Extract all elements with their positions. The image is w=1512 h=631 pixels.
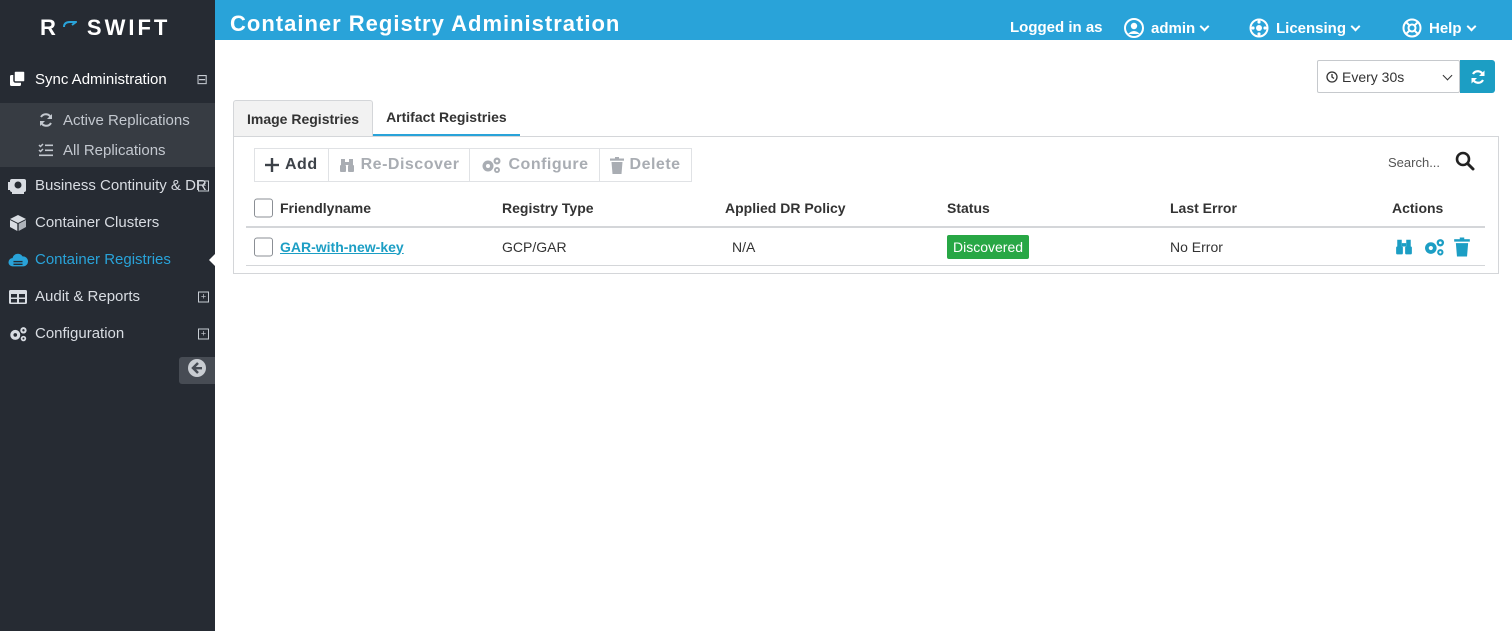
tab-artifact-registries[interactable]: Artifact Registries <box>373 100 520 136</box>
sidebar-item-all-replications[interactable]: All Replications <box>0 135 215 165</box>
arrow-left-icon <box>187 358 207 383</box>
table-header-row: Friendlyname Registry Type Applied DR Po… <box>246 189 1485 228</box>
sync-icon <box>36 111 56 129</box>
sidebar-item-label: Container Registries <box>35 251 171 268</box>
add-button[interactable]: Add <box>255 149 329 181</box>
sidebar-item-business-continuity[interactable]: Business Continuity & DR + <box>0 167 215 204</box>
table-row: GAR-with-new-key GCP/GAR N/A Discovered … <box>246 228 1485 266</box>
collapse-sidebar-button[interactable] <box>179 357 215 384</box>
logo-arrow-icon <box>62 18 78 36</box>
search-input[interactable]: Search... <box>1388 155 1440 170</box>
sidebar: R SWIFT Sync Administration ⊟ Active Rep… <box>0 0 215 631</box>
refresh-interval-value: Every 30s <box>1342 68 1405 85</box>
logo-text: SWIFT <box>86 14 171 40</box>
app-logo[interactable]: R SWIFT <box>0 0 215 55</box>
chevron-down-icon <box>1199 21 1210 31</box>
user-icon <box>1124 18 1144 38</box>
refresh-interval-select[interactable]: Every 30s <box>1317 60 1460 93</box>
toolbar: Add Re-Discover Configure Delete <box>254 148 692 182</box>
rediscover-button[interactable]: Re-Discover <box>329 149 471 181</box>
select-all-checkbox[interactable] <box>254 198 273 217</box>
sidebar-item-audit-reports[interactable]: Audit & Reports + <box>0 278 215 315</box>
clock-icon <box>1326 70 1338 83</box>
cube-icon <box>8 214 28 232</box>
chevron-down-icon <box>1442 70 1453 81</box>
configure-button[interactable]: Configure <box>470 149 600 181</box>
sidebar-item-container-registries[interactable]: Container Registries <box>0 241 215 278</box>
row-actions <box>1394 237 1470 256</box>
sidebar-item-container-clusters[interactable]: Container Clusters <box>0 204 215 241</box>
delete-button[interactable]: Delete <box>600 149 691 181</box>
plus-icon <box>265 158 279 172</box>
trash-icon <box>609 156 624 174</box>
sidebar-item-label: Business Continuity & DR <box>35 177 207 194</box>
sidebar-item-label: Sync Administration <box>35 70 167 88</box>
delete-label: Delete <box>629 156 681 173</box>
refresh-icon <box>1470 69 1486 85</box>
sidebar-item-label: Audit & Reports <box>35 288 141 305</box>
row-checkbox[interactable] <box>254 237 273 256</box>
licensing-label: Licensing <box>1276 19 1347 37</box>
list-icon <box>36 141 56 159</box>
logged-in-label: Logged in as <box>1010 19 1103 36</box>
column-header-actions: Actions <box>1392 199 1444 216</box>
lifebuoy-icon <box>1402 18 1422 38</box>
licensing-menu[interactable]: Licensing <box>1249 18 1361 38</box>
column-header-applied-dr-policy[interactable]: Applied DR Policy <box>725 200 846 216</box>
logo-letter: R <box>40 14 59 40</box>
registry-name-link[interactable]: GAR-with-new-key <box>280 239 404 255</box>
sidebar-item-label: Container Clusters <box>35 214 160 231</box>
dr-policy-cell: N/A <box>732 238 756 255</box>
registries-panel: Add Re-Discover Configure Delete Search.… <box>233 136 1499 274</box>
last-error-cell: No Error <box>1170 238 1223 255</box>
gears-icon[interactable] <box>1422 237 1446 256</box>
expand-icon[interactable]: + <box>198 291 209 302</box>
main-content: Every 30s Image Registries Artifact Regi… <box>215 40 1512 631</box>
licensing-icon <box>1249 18 1269 38</box>
top-header: Container Registry Administration Logged… <box>215 0 1512 40</box>
trash-icon[interactable] <box>1454 237 1470 256</box>
chevron-down-icon <box>1350 21 1361 31</box>
sidebar-item-configuration[interactable]: Configuration + <box>0 315 215 352</box>
chevron-down-icon <box>1466 21 1476 31</box>
collapse-icon[interactable]: ⊟ <box>195 72 209 86</box>
sidebar-item-label: All Replications <box>63 141 166 159</box>
user-menu[interactable]: admin <box>1124 18 1210 38</box>
logged-in-text: Logged in as <box>1010 19 1103 36</box>
sidebar-item-label: Active Replications <box>63 111 190 129</box>
refresh-button[interactable] <box>1460 60 1495 93</box>
configure-label: Configure <box>508 156 589 173</box>
tab-image-registries[interactable]: Image Registries <box>233 100 374 136</box>
binoculars-icon[interactable] <box>1394 237 1414 256</box>
sidebar-item-active-replications[interactable]: Active Replications <box>0 105 215 135</box>
help-menu[interactable]: Help <box>1402 18 1476 38</box>
sync-subnav: Active Replications All Replications <box>0 103 215 167</box>
help-label: Help <box>1429 19 1462 37</box>
column-header-status[interactable]: Status <box>947 200 990 216</box>
registry-type-cell: GCP/GAR <box>502 238 567 255</box>
sidebar-item-sync-administration[interactable]: Sync Administration ⊟ <box>0 55 215 103</box>
table-icon <box>8 288 28 306</box>
registry-tabs: Image Registries Artifact Registries <box>233 100 520 136</box>
status-badge: Discovered <box>947 234 1030 259</box>
sidebar-item-label: Configuration <box>35 325 125 342</box>
column-header-last-error[interactable]: Last Error <box>1170 200 1237 216</box>
column-header-friendlyname[interactable]: Friendlyname <box>280 200 371 216</box>
rediscover-label: Re-Discover <box>360 156 460 173</box>
expand-icon[interactable]: + <box>198 180 209 191</box>
page-title: Container Registry Administration <box>230 11 621 36</box>
dr-icon <box>8 177 28 195</box>
search-icon[interactable] <box>1455 151 1475 176</box>
binoculars-icon <box>339 157 355 173</box>
add-label: Add <box>285 156 318 173</box>
expand-icon[interactable]: + <box>198 328 209 339</box>
copy-icon <box>8 70 28 88</box>
user-name: admin <box>1151 19 1196 37</box>
gears-icon <box>480 156 502 174</box>
registries-table: Friendlyname Registry Type Applied DR Po… <box>246 189 1485 266</box>
column-header-registry-type[interactable]: Registry Type <box>502 200 594 216</box>
cloud-icon <box>8 251 28 269</box>
gears-icon <box>8 325 28 343</box>
